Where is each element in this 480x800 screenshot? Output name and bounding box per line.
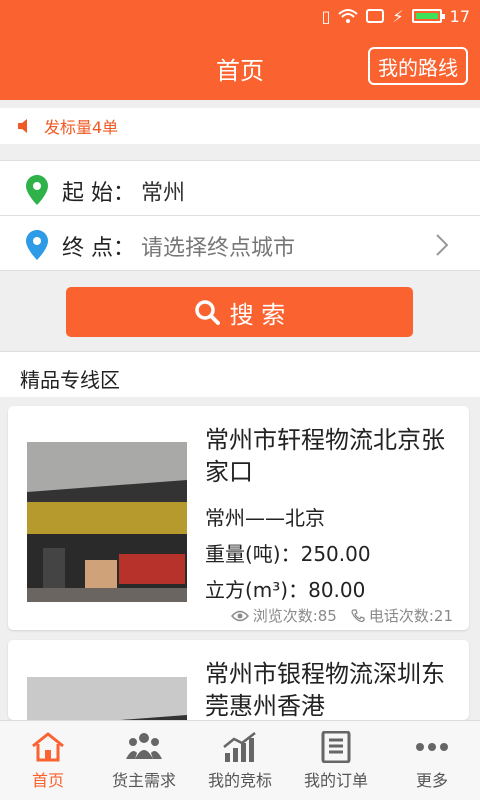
warehouse-photo [27, 677, 187, 720]
phone-icon [351, 608, 365, 622]
start-value: 常州 [141, 181, 186, 206]
tab-home[interactable]: 首页 [0, 721, 96, 800]
card-title: 常州市轩程物流北京张家口 [205, 426, 445, 486]
calls-count: 电话次数:21 [368, 607, 453, 625]
card-stats: 浏览次数:85 电话次数:21 [230, 605, 453, 626]
card-volume: 立方(m³)：80.00 [205, 578, 366, 602]
bottom-tab-bar: 首页 货主需求 我的竞标 我的订单 更多 [0, 720, 480, 800]
logistics-card[interactable]: 常州市轩程物流北京张家口 常州——北京 重量(吨)：250.00 立方(m³)：… [8, 406, 469, 630]
end-location-icon [26, 230, 48, 260]
my-route-button[interactable]: 我的路线 [368, 47, 468, 85]
tab-home-label: 首页 [31, 771, 64, 790]
more-icon [416, 743, 448, 751]
tab-my-bids[interactable]: 我的竞标 [192, 721, 288, 800]
tab-my-bids-label: 我的竞标 [207, 771, 272, 790]
tab-my-orders-label: 我的订单 [303, 771, 368, 790]
notice-text: 发标量4单 [44, 118, 119, 137]
tab-my-orders[interactable]: 我的订单 [288, 721, 384, 800]
warehouse-photo [27, 442, 187, 602]
eye-icon [230, 610, 249, 621]
search-label: 搜 索 [229, 300, 286, 329]
tab-shipper-demand-label: 货主需求 [111, 771, 176, 790]
section-header: 精品专线区 [0, 351, 480, 397]
end-placeholder: 请选择终点城市 [141, 236, 296, 261]
charging-icon: ⚡ [392, 6, 404, 26]
status-icons: ▯ ⚡ 17 [322, 6, 470, 26]
start-location-icon [26, 175, 48, 205]
start-city-field[interactable]: 起 始： 常州 [0, 160, 480, 216]
vibrate-icon: ▯ [321, 6, 331, 26]
chart-icon [223, 732, 256, 762]
speaker-icon [18, 119, 27, 133]
card-route: 常州——北京 [205, 506, 325, 530]
logistics-card[interactable]: 常州市银程物流深圳东莞惠州香港 [8, 640, 469, 720]
tab-shipper-demand[interactable]: 货主需求 [96, 721, 192, 800]
tab-more[interactable]: 更多 [384, 721, 480, 800]
search-button[interactable]: 搜 索 [66, 287, 413, 337]
views-stat: 浏览次数:85 [230, 605, 337, 626]
status-time: 17 [449, 6, 470, 26]
status-bar: ▯ ⚡ 17 [0, 0, 480, 32]
battery-icon [411, 9, 445, 23]
card-weight: 重量(吨)：250.00 [205, 542, 371, 566]
end-city-field[interactable]: 终 点： 请选择终点城市 [0, 215, 480, 271]
calls-stat: 电话次数:21 [351, 605, 453, 626]
chevron-right-icon [436, 234, 448, 256]
tab-more-label: 更多 [415, 771, 448, 790]
section-title: 精品专线区 [20, 368, 120, 392]
app-header: 首页 我的路线 [0, 32, 480, 100]
search-icon [194, 300, 220, 325]
end-label: 终 点： [62, 236, 135, 261]
home-icon [32, 732, 64, 762]
wifi-icon [338, 9, 359, 23]
notice-bar[interactable]: 发标量4单 [0, 108, 480, 144]
people-icon [126, 733, 162, 759]
start-label: 起 始： [62, 181, 135, 206]
card-title: 常州市银程物流深圳东莞惠州香港 [205, 660, 445, 720]
views-count: 浏览次数:85 [252, 607, 337, 625]
screen-icon [366, 9, 385, 23]
document-icon [321, 731, 351, 763]
